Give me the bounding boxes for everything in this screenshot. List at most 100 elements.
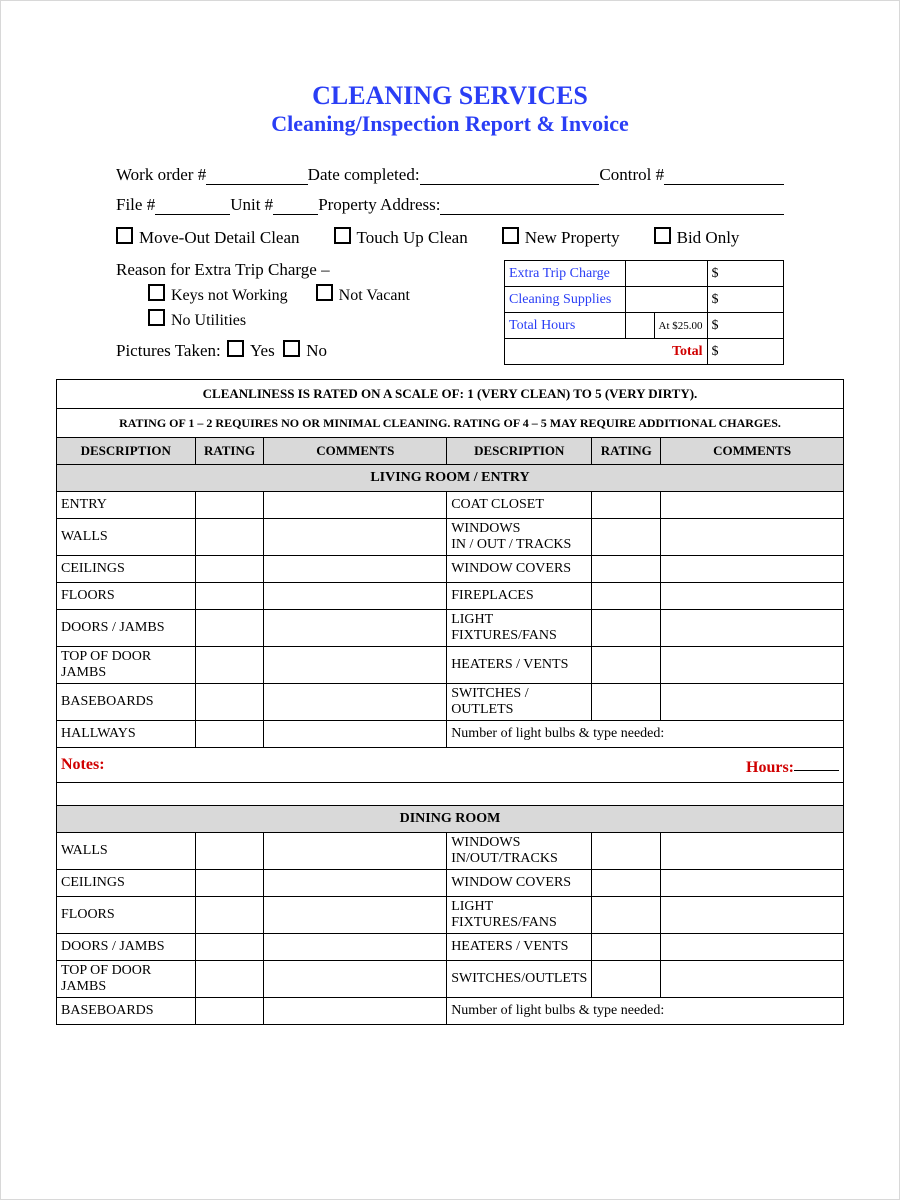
rating-cell[interactable] [195,961,264,998]
total-label: Total [505,339,708,365]
rating-cell[interactable] [592,897,661,934]
rating-cell[interactable] [592,519,661,556]
hours-amount[interactable]: $ [707,313,783,339]
rating-cell[interactable] [592,492,661,519]
comment-cell[interactable] [264,721,447,748]
newproperty-checkbox[interactable] [502,227,519,244]
comment-cell[interactable] [661,934,844,961]
comment-cell[interactable] [264,556,447,583]
comment-cell[interactable] [264,934,447,961]
notvacant-checkbox[interactable] [316,284,333,301]
property-input[interactable] [440,196,784,215]
rating-cell[interactable] [195,934,264,961]
rating-cell[interactable] [195,647,264,684]
col-desc-l: DESCRIPTION [57,438,196,465]
hours-rate: At $25.00 [654,313,707,339]
rating-cell[interactable] [195,556,264,583]
comment-cell[interactable] [264,684,447,721]
comment-cell[interactable] [264,897,447,934]
rating-cell[interactable] [592,610,661,647]
touchup-checkbox[interactable] [334,227,351,244]
hours-label: Total Hours [505,313,626,339]
comment-cell[interactable] [661,556,844,583]
rating-cell[interactable] [195,897,264,934]
extra-trip-amount[interactable]: $ [707,261,783,287]
comment-cell[interactable] [264,492,447,519]
rating-cell[interactable] [195,998,264,1025]
rating-cell[interactable] [592,870,661,897]
rating-cell[interactable] [195,721,264,748]
total-amount[interactable]: $ [707,339,783,365]
supplies-input[interactable] [626,287,707,313]
col-desc-r: DESCRIPTION [447,438,592,465]
section-living-title: LIVING ROOM / ENTRY [57,465,844,492]
comment-cell[interactable] [264,961,447,998]
comment-cell[interactable] [661,684,844,721]
comment-cell[interactable] [264,610,447,647]
desc-cell: WALLS [57,519,196,556]
moveout-checkbox[interactable] [116,227,133,244]
comment-cell[interactable] [264,998,447,1025]
comment-cell[interactable] [661,583,844,610]
doc-title: CLEANING SERVICES [56,81,844,111]
desc-cell: FIREPLACES [447,583,592,610]
notvacant-label: Not Vacant [339,287,410,304]
desc-cell: DOORS / JAMBS [57,610,196,647]
comment-cell[interactable] [661,647,844,684]
comment-cell[interactable] [661,833,844,870]
rating-cell[interactable] [195,833,264,870]
noutil-checkbox[interactable] [148,309,165,326]
work-order-input[interactable] [206,166,307,185]
keys-checkbox[interactable] [148,284,165,301]
file-input[interactable] [155,196,230,215]
rating-cell[interactable] [195,870,264,897]
comment-cell[interactable] [264,647,447,684]
comment-cell[interactable] [661,870,844,897]
pic-no-checkbox[interactable] [283,340,300,357]
desc-cell: BASEBOARDS [57,684,196,721]
rating-cell[interactable] [195,583,264,610]
comment-cell[interactable] [264,870,447,897]
hours-input[interactable] [626,313,654,339]
comment-cell[interactable] [661,961,844,998]
control-label: Control # [599,165,664,185]
comment-cell[interactable] [661,519,844,556]
bidonly-checkbox[interactable] [654,227,671,244]
comment-cell[interactable] [264,583,447,610]
extra-trip-input[interactable] [626,261,707,287]
pic-yes-checkbox[interactable] [227,340,244,357]
control-input[interactable] [664,166,784,185]
rating-cell[interactable] [195,519,264,556]
rating-cell[interactable] [592,647,661,684]
pic-yes-label: Yes [250,341,275,360]
pictures-label: Pictures Taken: [116,341,221,360]
desc-cell: SWITCHES / OUTLETS [447,684,592,721]
rating-cell[interactable] [592,583,661,610]
comment-cell[interactable] [661,610,844,647]
date-completed-input[interactable] [420,166,600,185]
bulbs-note[interactable]: Number of light bulbs & type needed: [447,998,844,1025]
desc-cell: TOP OF DOOR JAMBS [57,647,196,684]
comment-cell[interactable] [661,492,844,519]
col-rating-r: RATING [592,438,661,465]
desc-cell: WINDOW COVERS [447,870,592,897]
bulbs-note[interactable]: Number of light bulbs & type needed: [447,721,844,748]
rating-cell[interactable] [195,610,264,647]
hours-field[interactable]: Hours: [447,748,844,783]
rating-cell[interactable] [592,833,661,870]
desc-cell: CEILINGS [57,870,196,897]
desc-cell: LIGHT FIXTURES/FANS [447,897,592,934]
supplies-amount[interactable]: $ [707,287,783,313]
comment-cell[interactable] [264,833,447,870]
rating-cell[interactable] [592,556,661,583]
file-label: File # [116,195,155,215]
comment-cell[interactable] [661,897,844,934]
rating-cell[interactable] [195,492,264,519]
comment-cell[interactable] [264,519,447,556]
notes-label[interactable]: Notes: [57,748,447,783]
unit-input[interactable] [273,196,318,215]
rating-cell[interactable] [592,934,661,961]
rating-cell[interactable] [592,961,661,998]
rating-cell[interactable] [592,684,661,721]
rating-cell[interactable] [195,684,264,721]
